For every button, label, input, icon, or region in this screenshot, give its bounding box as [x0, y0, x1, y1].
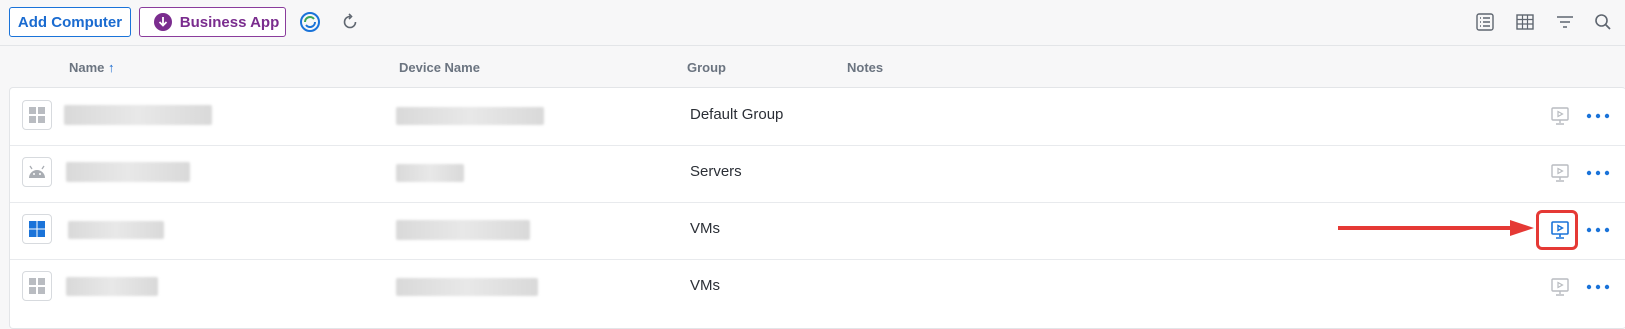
remote-control-icon[interactable] [1548, 161, 1572, 185]
more-options-icon[interactable] [1583, 104, 1613, 128]
annotation-arrow-icon [1338, 220, 1534, 236]
redacted-computer-name [68, 221, 164, 239]
add-computer-label: Add Computer [17, 13, 123, 31]
generic-windows-os-icon [22, 271, 52, 301]
redacted-device-name [396, 164, 464, 182]
annotation-highlight-box [1536, 210, 1578, 250]
windows-os-icon [22, 214, 52, 244]
remote-control-icon[interactable] [1548, 104, 1572, 128]
business-app-button[interactable]: Business App [139, 7, 286, 37]
redacted-device-name [396, 278, 538, 296]
remote-control-icon[interactable] [1548, 275, 1572, 299]
list-view-icon[interactable] [1473, 10, 1497, 34]
group-value: Servers [690, 163, 742, 180]
column-name-label: Name [69, 60, 105, 75]
column-device-name-header[interactable]: Device Name [399, 60, 480, 75]
filter-icon[interactable] [1553, 10, 1577, 34]
table-row[interactable]: Default Group [10, 88, 1625, 146]
business-app-label: Business App [179, 13, 280, 31]
redacted-computer-name [66, 277, 158, 296]
sync-logo-icon[interactable] [298, 10, 322, 34]
redacted-computer-name [66, 162, 190, 182]
redacted-device-name [396, 107, 544, 125]
download-icon [153, 13, 172, 31]
table-row[interactable]: Servers [10, 145, 1625, 203]
search-icon[interactable] [1591, 10, 1615, 34]
grid-view-icon[interactable] [1513, 10, 1537, 34]
column-group-header[interactable]: Group [687, 60, 726, 75]
column-name-header[interactable]: Name ↑ [69, 60, 115, 75]
group-value: VMs [690, 277, 720, 294]
refresh-icon[interactable] [338, 10, 362, 34]
redacted-computer-name [64, 105, 212, 125]
table-row[interactable]: VMs [10, 259, 1625, 316]
add-computer-button[interactable]: Add Computer [9, 7, 131, 37]
android-os-icon [22, 157, 52, 187]
table-header: Name ↑ Device Name Group Notes [0, 56, 1625, 80]
computers-table: Default Group Servers VMs VMs [9, 87, 1625, 329]
generic-windows-os-icon [22, 100, 52, 130]
toolbar: Add Computer Business App [0, 0, 1625, 46]
group-value: VMs [690, 220, 720, 237]
more-options-icon[interactable] [1583, 275, 1613, 299]
sort-ascending-icon: ↑ [108, 60, 115, 75]
redacted-device-name [396, 220, 530, 240]
more-options-icon[interactable] [1583, 218, 1613, 242]
more-options-icon[interactable] [1583, 161, 1613, 185]
column-notes-header[interactable]: Notes [847, 60, 883, 75]
group-value: Default Group [690, 106, 784, 123]
